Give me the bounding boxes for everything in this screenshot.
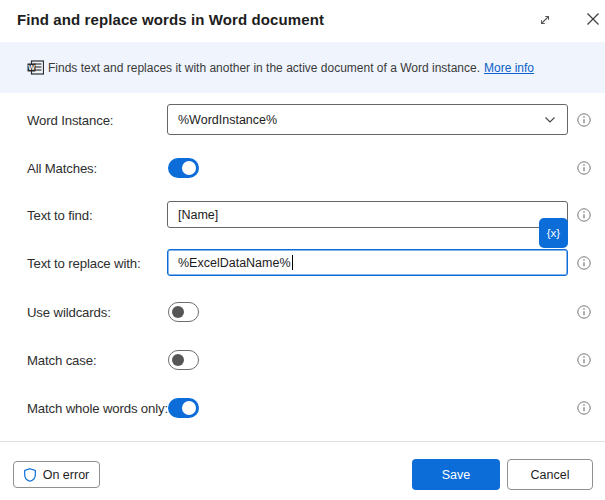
info-icon[interactable]: [577, 113, 591, 127]
word-instance-dropdown[interactable]: %WordInstance%: [167, 104, 568, 135]
use-wildcards-toggle[interactable]: [168, 302, 199, 322]
variable-picker-button[interactable]: {x}: [539, 218, 568, 248]
info-icon[interactable]: [577, 256, 591, 270]
field-row-match-whole-words: Match whole words only:: [0, 398, 605, 418]
dialog-title: Find and replace words in Word document: [17, 11, 324, 28]
field-label: Text to replace with:: [27, 255, 140, 270]
on-error-button[interactable]: On error: [13, 461, 100, 488]
more-info-link[interactable]: More info: [484, 61, 534, 75]
match-case-toggle[interactable]: [168, 350, 199, 370]
word-document-icon: W: [27, 60, 44, 79]
field-label: Text to find:: [27, 207, 93, 222]
field-row-text-to-replace: Text to replace with: %ExcelDataName%: [0, 249, 605, 276]
field-label: Match case:: [27, 353, 96, 368]
info-icon[interactable]: [577, 353, 591, 367]
toggle-knob: [182, 161, 196, 175]
field-row-match-case: Match case:: [0, 350, 605, 370]
svg-text:W: W: [28, 64, 35, 71]
info-icon[interactable]: [577, 305, 591, 319]
toggle-knob: [172, 354, 184, 366]
info-icon[interactable]: [577, 208, 591, 222]
field-label: Match whole words only:: [27, 401, 168, 416]
word-instance-value: %WordInstance%: [178, 113, 277, 127]
field-label: All Matches:: [27, 161, 97, 176]
save-button[interactable]: Save: [412, 459, 500, 490]
field-label: Use wildcards:: [27, 305, 111, 320]
dialog-titlebar: Find and replace words in Word document: [0, 0, 605, 42]
info-icon[interactable]: [577, 161, 591, 175]
all-matches-toggle[interactable]: [168, 158, 199, 178]
action-description-bar: W Finds text and replaces it with anothe…: [0, 42, 605, 93]
dialog-footer: On error Save Cancel: [0, 441, 605, 500]
field-row-use-wildcards: Use wildcards:: [0, 302, 605, 322]
text-to-find-value: [Name]: [178, 208, 218, 222]
action-description: Finds text and replaces it with another …: [48, 61, 480, 75]
text-to-replace-value: %ExcelDataName%: [178, 256, 291, 270]
text-to-replace-input[interactable]: %ExcelDataName%: [167, 249, 568, 276]
field-row-text-to-find: Text to find: [Name]: [0, 201, 605, 228]
toggle-knob: [182, 401, 196, 415]
field-row-word-instance: Word Instance: %WordInstance%: [0, 104, 605, 135]
field-row-all-matches: All Matches:: [0, 158, 605, 178]
close-icon[interactable]: [583, 9, 603, 29]
text-cursor: [292, 255, 293, 270]
on-error-label: On error: [43, 468, 90, 482]
info-icon[interactable]: [577, 401, 591, 415]
field-label: Word Instance:: [27, 112, 113, 127]
text-to-find-input[interactable]: [Name]: [167, 201, 568, 228]
expand-icon[interactable]: [536, 11, 554, 29]
toggle-knob: [172, 306, 184, 318]
shield-icon: [24, 468, 36, 482]
match-whole-words-toggle[interactable]: [168, 398, 199, 418]
cancel-button[interactable]: Cancel: [507, 459, 593, 490]
chevron-down-icon: [544, 113, 556, 127]
